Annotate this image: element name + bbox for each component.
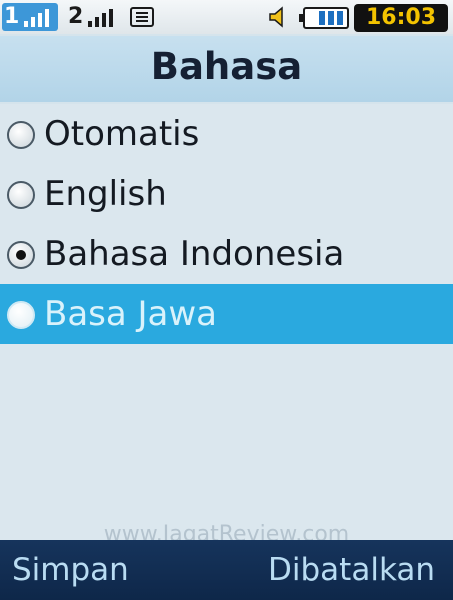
empty-list-area (0, 344, 453, 540)
cancel-softkey[interactable]: Dibatalkan (268, 540, 435, 600)
battery-icon (299, 7, 349, 29)
radio-button-icon[interactable] (7, 301, 35, 329)
language-label: Otomatis (44, 114, 200, 154)
language-option-english[interactable]: English (0, 164, 453, 224)
page-title: Bahasa (0, 36, 453, 102)
sim1-signal-icon: 1 (2, 3, 58, 31)
sim2-signal-icon: 2 (66, 3, 122, 31)
language-list: Otomatis English Bahasa Indonesia Basa J… (0, 104, 453, 344)
message-icon (130, 7, 154, 27)
sim1-label: 1 (4, 4, 20, 29)
language-option-bahasa-indonesia[interactable]: Bahasa Indonesia (0, 224, 453, 284)
softkey-bar: Simpan Dibatalkan (0, 540, 453, 600)
language-label: English (44, 174, 167, 214)
radio-button-icon[interactable] (7, 181, 35, 209)
language-label: Basa Jawa (44, 294, 218, 334)
language-label: Bahasa Indonesia (44, 234, 345, 274)
radio-button-icon[interactable] (7, 121, 35, 149)
language-option-otomatis[interactable]: Otomatis (0, 104, 453, 164)
save-softkey[interactable]: Simpan (12, 540, 129, 600)
radio-button-checked-icon[interactable] (7, 241, 35, 269)
language-option-basa-jawa[interactable]: Basa Jawa (0, 284, 453, 344)
clock: 16:03 (354, 4, 448, 32)
sim2-label: 2 (68, 4, 84, 29)
status-bar: 1 2 16:03 (0, 0, 453, 34)
speaker-icon (269, 6, 283, 28)
